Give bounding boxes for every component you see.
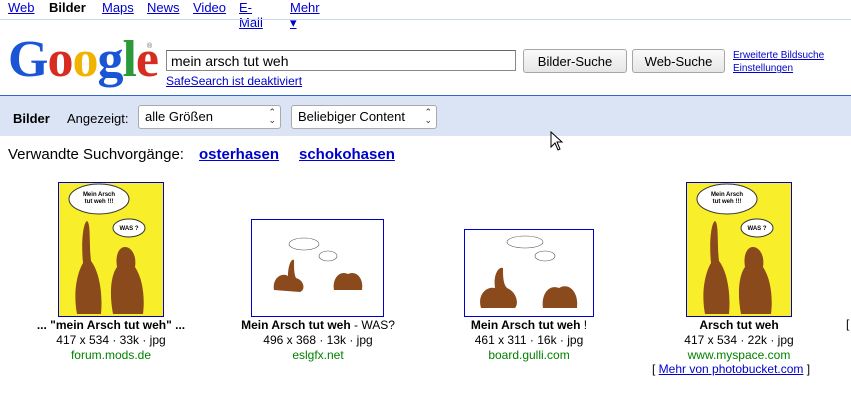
- logo-letter-e: e: [136, 31, 158, 88]
- content-select-value: Beliebiger Content: [298, 109, 405, 124]
- result-title-bold: Mein Arsch tut weh: [241, 318, 351, 332]
- result-thumbnail-1[interactable]: Mein Arsch tut weh !!! WAS ?: [58, 182, 164, 317]
- safesearch-link[interactable]: SafeSearch ist deaktiviert: [166, 74, 302, 88]
- bunny-cartoon-image: [465, 230, 593, 316]
- content-select[interactable]: Beliebiger Content ⌃ ⌄: [291, 105, 437, 129]
- result-source: board.gulli.com: [488, 348, 570, 362]
- nav-video[interactable]: Video: [193, 0, 226, 15]
- logo-letter-g2: g: [97, 31, 123, 88]
- result-title[interactable]: Mein Arsch tut weh - WAS?: [225, 318, 411, 333]
- result-title-bold: Mein Arsch tut weh: [470, 318, 581, 332]
- result-title[interactable]: Arsch tut weh: [655, 318, 823, 333]
- bubble-text-1: Mein Arsch tut weh !!!: [711, 192, 743, 205]
- result-meta: 496 x 368 · 13k · jpg: [263, 333, 373, 347]
- result-meta: 461 x 311 · 16k · jpg: [474, 333, 584, 347]
- related-schokohasen[interactable]: schokohasen: [299, 146, 395, 163]
- result-source: www.myspace.com: [687, 348, 791, 362]
- bunny-cartoon-image: [252, 220, 383, 316]
- result-source: forum.mods.de: [70, 348, 152, 362]
- more-from-photobucket-link[interactable]: Mehr von photobucket.com: [659, 362, 804, 376]
- bubble-text-2: WAS ?: [748, 226, 767, 232]
- shown-label: Angezeigt:: [67, 111, 129, 126]
- search-input[interactable]: [166, 50, 516, 71]
- result-meta: 417 x 534 · 33k · jpg: [56, 333, 166, 347]
- advanced-links: Erweiterte Bildsuche Einstellungen: [733, 49, 824, 75]
- bracket-open: [: [652, 362, 659, 376]
- logo-text: Google: [8, 31, 158, 88]
- result-4: Arsch tut weh 417 x 534 · 22k · jpg www.…: [655, 318, 823, 363]
- related-osterhasen[interactable]: osterhasen: [199, 146, 279, 163]
- nav-email[interactable]: E-Mail: [239, 0, 263, 30]
- result-1: ... "mein Arsch tut weh" ... 417 x 534 ·…: [22, 318, 200, 363]
- result-source: eslgfx.net: [292, 348, 344, 362]
- logo-tm: ®: [147, 42, 153, 50]
- filter-bar: Bilder Angezeigt: alle Größen ⌃ ⌄ Beliebi…: [0, 95, 851, 136]
- nav-news[interactable]: News: [147, 0, 180, 15]
- bunny-cartoon-image: Mein Arsch tut weh !!! WAS ?: [687, 183, 791, 316]
- advanced-image-search-link[interactable]: Erweiterte Bildsuche: [733, 49, 824, 62]
- nav-bilder: Bilder: [49, 0, 86, 15]
- image-search-button[interactable]: Bilder-Suche: [523, 49, 627, 73]
- result-thumbnail-4[interactable]: Mein Arsch tut weh !!! WAS ?: [686, 182, 792, 317]
- nav-mehr-dropdown[interactable]: Mehr ▾: [290, 0, 320, 31]
- size-select-value: alle Größen: [145, 109, 213, 124]
- result-3: Mein Arsch tut weh ! 461 x 311 · 16k · j…: [441, 318, 617, 363]
- logo-letter-o2: o: [72, 31, 97, 88]
- bubble-text-1: Mein Arsch tut weh !!!: [83, 192, 115, 205]
- top-divider: [0, 19, 851, 20]
- result-thumbnail-3[interactable]: [464, 229, 594, 317]
- result-title-bold: ... "mein Arsch tut weh" ...: [36, 318, 186, 332]
- size-select[interactable]: alle Größen ⌃ ⌄: [138, 105, 281, 129]
- web-search-button[interactable]: Web-Suche: [632, 49, 725, 73]
- settings-link[interactable]: Einstellungen: [733, 62, 824, 75]
- logo-letter-g1: G: [8, 31, 48, 88]
- related-label: Verwandte Suchvorgänge:: [8, 146, 184, 163]
- filter-bar-title: Bilder: [13, 111, 50, 126]
- select-arrows-icon: ⌃ ⌄: [268, 107, 276, 125]
- google-logo[interactable]: Google ®: [8, 26, 158, 88]
- bunny-cartoon-image: Mein Arsch tut weh !!! WAS ?: [59, 183, 163, 316]
- result-title[interactable]: ... "mein Arsch tut weh" ...: [22, 318, 200, 333]
- result-title[interactable]: Mein Arsch tut weh !: [441, 318, 617, 333]
- next-result-edge: [: [846, 317, 850, 331]
- logo-letter-o1: o: [47, 31, 72, 88]
- select-arrows-icon: ⌃ ⌄: [424, 107, 432, 125]
- more-from-site: [ Mehr von photobucket.com ]: [652, 362, 810, 376]
- nav-web[interactable]: Web: [8, 0, 35, 15]
- mouse-cursor-icon: [550, 131, 564, 151]
- result-2: Mein Arsch tut weh - WAS? 496 x 368 · 13…: [225, 318, 411, 363]
- related-searches: Verwandte Suchvorgänge: osterhasen schok…: [8, 146, 395, 163]
- nav-maps[interactable]: Maps: [102, 0, 134, 15]
- bubble-text-2: WAS ?: [120, 226, 139, 232]
- result-title-suffix: !: [580, 318, 588, 332]
- result-title-suffix: - WAS?: [350, 318, 395, 332]
- result-meta: 417 x 534 · 22k · jpg: [684, 333, 794, 347]
- result-thumbnail-2[interactable]: [251, 219, 384, 317]
- logo-letter-l: l: [122, 31, 136, 88]
- bracket-close: ]: [803, 362, 811, 376]
- result-title-bold: Arsch tut weh: [699, 318, 779, 332]
